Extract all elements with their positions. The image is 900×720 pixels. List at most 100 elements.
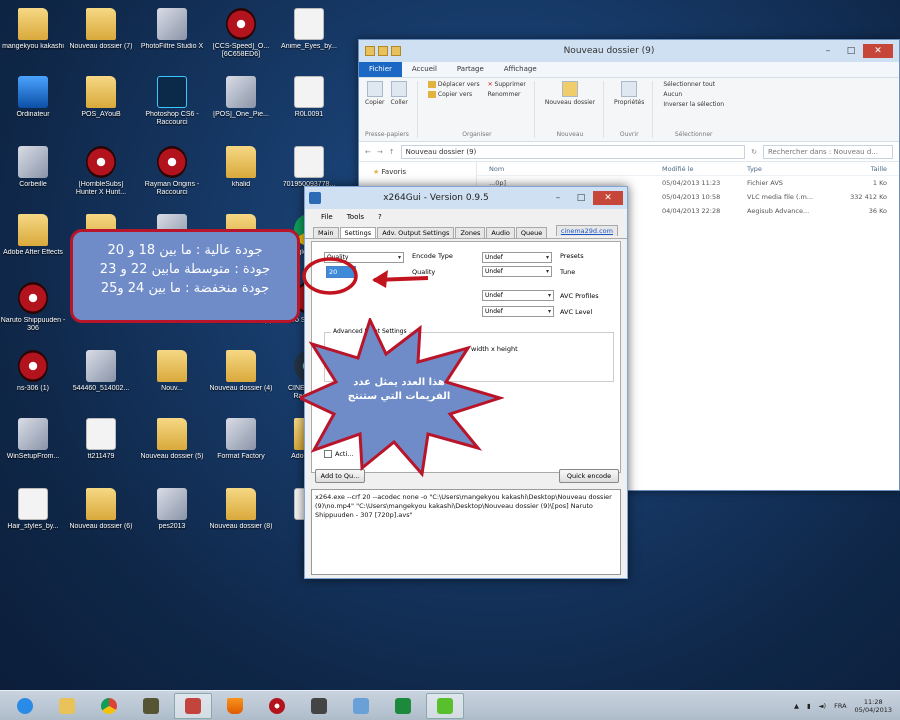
tune-select[interactable]: Undef xyxy=(482,266,552,277)
desktop-icon[interactable]: R0L0091 xyxy=(276,76,342,119)
select-none-button[interactable]: Aucun xyxy=(663,91,724,98)
menu-help[interactable]: ? xyxy=(378,213,382,221)
desktop-icon[interactable]: khalid xyxy=(208,146,274,189)
column-name[interactable]: Nom xyxy=(477,165,662,173)
delete-button[interactable]: ✕ Supprimer xyxy=(488,81,526,88)
taskbar-media[interactable] xyxy=(132,693,170,719)
tab-zones[interactable]: Zones xyxy=(455,227,486,238)
address-bar[interactable]: Nouveau dossier (9) xyxy=(400,144,746,159)
up-arrow-icon[interactable]: ↑ xyxy=(389,148,395,156)
tab-audio[interactable]: Audio xyxy=(486,227,515,238)
desktop-icon[interactable]: Nouveau dossier (8) xyxy=(208,488,274,531)
taskbar-winamp[interactable] xyxy=(300,693,338,719)
back-arrow-icon[interactable]: ← xyxy=(365,148,371,156)
desktop-icon[interactable]: 701950093778... xyxy=(276,146,342,189)
column-type[interactable]: Type xyxy=(747,165,832,173)
encode-type-select[interactable]: Undef xyxy=(482,252,552,263)
desktop-icon[interactable]: ns-306 (1) xyxy=(0,350,66,393)
desktop-icon[interactable]: Naruto Shippuuden - 306 xyxy=(0,282,66,333)
desktop-icon[interactable]: Nouveau dossier (6) xyxy=(68,488,134,531)
nav-item-favorites[interactable]: ★ Favoris xyxy=(373,168,462,176)
desktop-icon[interactable]: Format Factory xyxy=(208,418,274,461)
quick-access-toolbar[interactable] xyxy=(365,46,401,56)
desktop-icon[interactable]: Ordinateur xyxy=(0,76,66,119)
properties-icon[interactable] xyxy=(378,46,388,56)
taskbar-explorer[interactable] xyxy=(48,693,86,719)
close-button[interactable]: ✕ xyxy=(863,44,893,58)
desktop-icon[interactable]: 544460_514002... xyxy=(68,350,134,393)
desktop-icon[interactable]: Hair_styles_by... xyxy=(0,488,66,531)
website-link[interactable]: cinema29d.com xyxy=(555,225,618,236)
tab-affichage[interactable]: Affichage xyxy=(494,62,547,77)
column-size[interactable]: Taille xyxy=(832,165,899,173)
desktop-icon[interactable]: Anime_Eyes_by... xyxy=(276,8,342,51)
minimize-button[interactable]: – xyxy=(547,191,569,205)
taskbar-chrome[interactable] xyxy=(90,693,128,719)
taskbar-x264[interactable] xyxy=(384,693,422,719)
tab-main[interactable]: Main xyxy=(313,227,339,238)
paste-button[interactable]: Coller xyxy=(391,81,408,106)
desktop-icon-label: Naruto Shippuuden - 306 xyxy=(0,317,66,332)
tray-arrow-icon[interactable]: ▲ xyxy=(794,702,799,710)
rename-button[interactable]: Renommer xyxy=(488,91,526,98)
taskbar-ie[interactable] xyxy=(6,693,44,719)
move-to-button[interactable]: Déplacer vers xyxy=(427,81,480,88)
ribbon-group-clipboard: Copier Coller Presse-papiers xyxy=(365,81,418,138)
new-folder-button[interactable]: Nouveau dossier xyxy=(545,81,595,106)
menu-tools[interactable]: Tools xyxy=(347,213,364,221)
desktop-icon[interactable]: Nouv... xyxy=(139,350,205,393)
tab-partage[interactable]: Partage xyxy=(447,62,494,77)
avc-profiles-select[interactable]: Undef xyxy=(482,290,554,301)
taskbar-photoshop[interactable] xyxy=(174,692,212,719)
taskbar-naruto[interactable] xyxy=(258,693,296,719)
maximize-button[interactable]: □ xyxy=(570,191,592,205)
tab-queue[interactable]: Queue xyxy=(515,227,548,238)
forward-arrow-icon[interactable]: → xyxy=(377,148,383,156)
properties-button[interactable]: Propriétés xyxy=(614,81,644,106)
explorer-titlebar[interactable]: Nouveau dossier (9) – □ ✕ xyxy=(359,40,899,62)
avc-level-select[interactable]: Undef xyxy=(482,306,554,317)
select-all-button[interactable]: Sélectionner tout xyxy=(663,81,724,88)
desktop-icon[interactable]: POS_AYouB xyxy=(68,76,134,119)
taskbar-tool[interactable] xyxy=(342,693,380,719)
taskbar-green[interactable] xyxy=(426,692,464,719)
desktop-icon[interactable]: Corbeille xyxy=(0,146,66,189)
taskbar-vlc[interactable] xyxy=(216,693,254,719)
desktop-icon[interactable]: Nouveau dossier (5) xyxy=(139,418,205,461)
desktop-icon[interactable]: PhotoFiltre Studio X xyxy=(139,8,205,51)
x264gui-titlebar[interactable]: x264Gui - Version 0.9.5 – □ ✕ xyxy=(305,187,627,209)
tab-adv-output[interactable]: Adv. Output Settings xyxy=(377,227,455,238)
tab-accueil[interactable]: Accueil xyxy=(402,62,447,77)
desktop-icon[interactable]: Nouveau dossier (4) xyxy=(208,350,274,393)
close-button[interactable]: ✕ xyxy=(593,191,623,205)
column-modified[interactable]: Modifié le xyxy=(662,165,747,173)
volume-icon[interactable]: ◄) xyxy=(819,702,827,710)
search-input[interactable]: Rechercher dans : Nouveau d... xyxy=(763,144,893,159)
refresh-icon[interactable]: ↻ xyxy=(751,148,757,156)
desktop-icon[interactable]: Rayman Origins - Raccourci xyxy=(139,146,205,197)
language-indicator[interactable]: FRA xyxy=(834,702,846,710)
tab-settings[interactable]: Settings xyxy=(339,227,377,238)
desktop-icon[interactable]: pes2013 xyxy=(139,488,205,531)
desktop-icon[interactable]: Adobe After Effects xyxy=(0,214,66,257)
desktop-icon[interactable]: Photoshop CS6 - Raccourci xyxy=(139,76,205,127)
desktop-icon[interactable]: Nouveau dossier (7) xyxy=(68,8,134,51)
copy-to-button[interactable]: Copier vers xyxy=(427,91,480,98)
desktop-icon[interactable]: [HorribleSubs] Hunter X Hunt... xyxy=(68,146,134,197)
desktop-icon[interactable]: [CCS-Speed]_O... [6C658ED6] xyxy=(208,8,274,59)
command-line-output[interactable]: x264.exe --crf 20 --acodec none -o "C:\U… xyxy=(311,489,621,575)
desktop-icon[interactable]: WinSetupFrom... xyxy=(0,418,66,461)
maximize-button[interactable]: □ xyxy=(840,44,862,58)
desktop-icon[interactable]: tt211479 xyxy=(68,418,134,461)
copy-button[interactable]: Copier xyxy=(365,81,385,106)
invert-selection-button[interactable]: Inverser la sélection xyxy=(663,101,724,108)
clock[interactable]: 11:28 05/04/2013 xyxy=(855,698,892,714)
tab-fichier[interactable]: Fichier xyxy=(359,62,402,77)
menu-file[interactable]: File xyxy=(321,213,333,221)
quick-encode-button[interactable]: Quick encode xyxy=(559,469,619,483)
desktop-icon[interactable]: [POS]_One_Pie... xyxy=(208,76,274,119)
new-folder-icon[interactable] xyxy=(391,46,401,56)
minimize-button[interactable]: – xyxy=(817,44,839,58)
desktop-icon[interactable]: mangekyou kakashi xyxy=(0,8,66,51)
network-icon[interactable]: ▮ xyxy=(807,702,811,710)
